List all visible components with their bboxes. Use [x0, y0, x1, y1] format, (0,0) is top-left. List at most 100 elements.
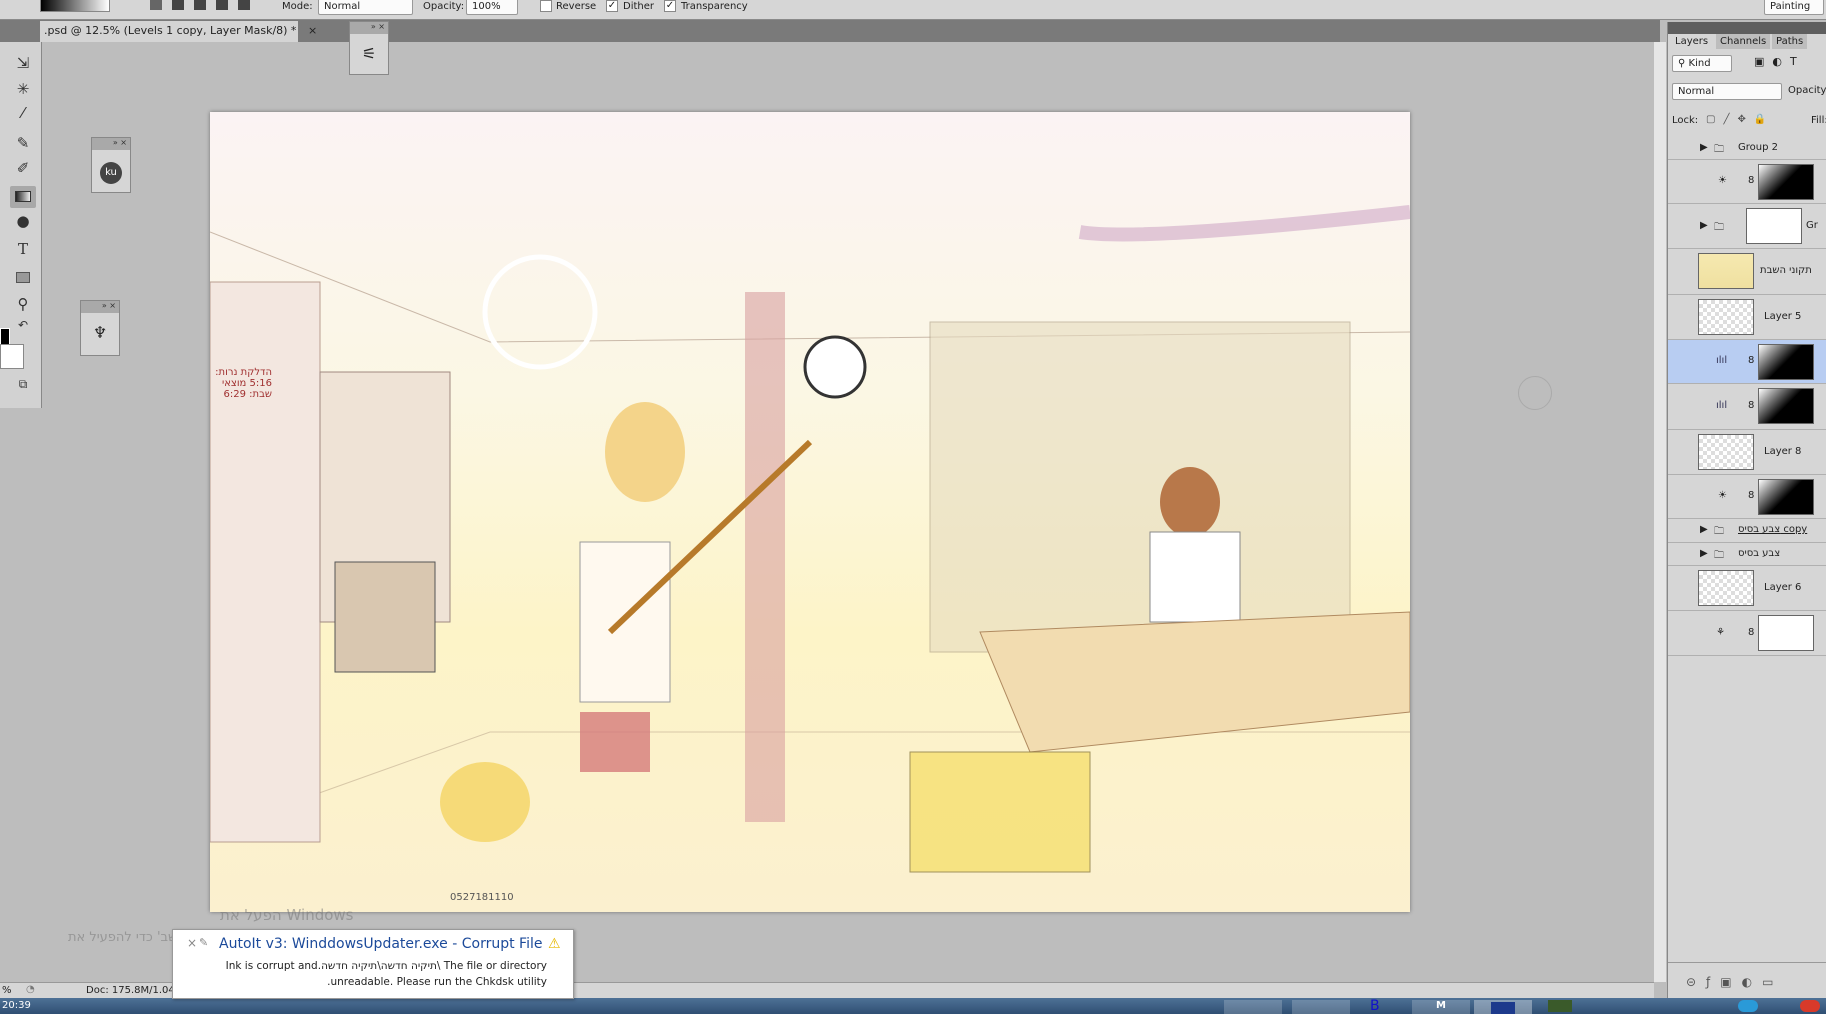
magic-wand-icon[interactable]: ✳	[10, 80, 36, 102]
taskbar-app-explorer[interactable]	[1292, 1000, 1350, 1014]
brightness-icon: ☀	[1718, 490, 1727, 501]
layer-row[interactable]: תקוני השבת	[1668, 249, 1826, 295]
layer-row[interactable]: ılıl 8	[1668, 340, 1826, 384]
gradient-type-buttons[interactable]	[150, 0, 250, 12]
link-icon[interactable]: 8	[1748, 175, 1754, 186]
taskbar-app-1[interactable]	[1224, 1000, 1282, 1014]
filter-icons[interactable]: ▣◐T	[1754, 55, 1805, 68]
layer-name[interactable]: Layer 5	[1764, 311, 1801, 322]
layer-name[interactable]: Layer 6	[1764, 582, 1801, 593]
kuler-icon[interactable]: ku	[100, 162, 122, 184]
gradient-picker[interactable]	[40, 0, 110, 12]
zoom-level[interactable]: %	[2, 985, 12, 996]
layer-row[interactable]: Layer 5	[1668, 295, 1826, 340]
rectangle-tool-icon[interactable]	[10, 267, 36, 289]
close-tab-icon[interactable]: ×	[308, 24, 317, 37]
type-tool-icon[interactable]: T	[10, 240, 36, 262]
notification-balloon[interactable]: × ✎ AutoIt v3: WinddowsUpdater.exe - Cor…	[172, 929, 574, 999]
gradient-tool-icon[interactable]	[10, 186, 36, 208]
clock[interactable]: 20:39	[2, 1000, 31, 1011]
blend-mode-select[interactable]: Normal	[1672, 83, 1782, 100]
link-icon[interactable]: 8	[1748, 400, 1754, 411]
taskbar-app-chrome[interactable]	[1800, 1000, 1820, 1012]
document-tab[interactable]: .psd @ 12.5% (Levels 1 copy, Layer Mask/…	[40, 21, 317, 42]
layers-panel: Layers Channels Paths ⚲ Kind ▣◐T Normal …	[1667, 22, 1826, 998]
transparency-label: Transparency	[681, 1, 748, 12]
history-brush-icon[interactable]: ✐	[10, 159, 36, 181]
settings-icon[interactable]: ✎	[199, 936, 208, 949]
layer-name[interactable]: Gr	[1806, 220, 1818, 231]
screen-mode-icon[interactable]: ⧉	[10, 377, 36, 399]
layer-mask-thumbnail[interactable]	[1758, 388, 1814, 424]
layer-thumbnail[interactable]	[1698, 299, 1754, 335]
layer-mask-thumbnail[interactable]	[1758, 164, 1814, 200]
layer-row[interactable]: ılıl 8	[1668, 384, 1826, 430]
layer-row[interactable]: Layer 8	[1668, 430, 1826, 475]
layer-row[interactable]: ▶ 🗀 Group 2	[1668, 137, 1826, 160]
mode-select[interactable]: Normal	[318, 0, 413, 15]
layer-name[interactable]: Group 2	[1738, 142, 1778, 153]
layer-name[interactable]: צבע בסיס	[1738, 548, 1780, 559]
taskbar-app-ie[interactable]	[1738, 1000, 1758, 1012]
layer-name[interactable]: צבע בסיס copy	[1738, 524, 1807, 535]
brush-tool-icon[interactable]: ✎	[10, 134, 36, 156]
layer-mask-thumbnail[interactable]	[1746, 208, 1802, 244]
layer-row[interactable]: ⚘ 8	[1668, 611, 1826, 656]
layer-name[interactable]: תקוני השבת	[1760, 265, 1812, 276]
sliders-icon[interactable]: ⚟	[350, 44, 388, 63]
taskbar-app-photoshop[interactable]	[1474, 1000, 1532, 1014]
expand-arrow-icon[interactable]: ▶	[1700, 524, 1708, 535]
layer-row[interactable]: ▶ 🗀 Gr	[1668, 204, 1826, 249]
panel-header[interactable]: » ×	[92, 138, 130, 150]
layer-row[interactable]: Layer 6	[1668, 566, 1826, 611]
move-tool-icon[interactable]: ⇲	[10, 54, 36, 76]
filter-kind-label: Kind	[1688, 58, 1711, 69]
burn-tool-icon[interactable]: ●	[10, 212, 36, 234]
close-notification-icon[interactable]: ×	[187, 936, 197, 950]
layer-row[interactable]: ▶ 🗀 צבע בסיס	[1668, 543, 1826, 566]
expand-arrow-icon[interactable]: ▶	[1700, 548, 1708, 559]
tab-layers[interactable]: Layers	[1671, 34, 1713, 49]
eyedropper-icon[interactable]: ⁄	[10, 104, 36, 126]
lock-icons[interactable]: ▢╱✥🔒	[1706, 114, 1774, 125]
transparency-checkbox[interactable]: ✓	[664, 0, 676, 12]
layer-thumbnail[interactable]	[1698, 253, 1754, 289]
layer-name[interactable]: Layer 8	[1764, 446, 1801, 457]
panel-header[interactable]: » ×	[81, 301, 119, 313]
swap-colors-icon[interactable]: ↶	[10, 318, 36, 340]
taskbar-app-m[interactable]: M	[1412, 1000, 1470, 1014]
layer-thumbnail[interactable]	[1698, 570, 1754, 606]
notification-line-1: Ink is corrupt and.תיקיה חדשה\תיקיה חדשה…	[225, 960, 547, 972]
document-canvas[interactable]: הדלקת נרות: 5:16 מוצאי שבת: 6:29 0527181…	[210, 112, 1410, 912]
layer-row[interactable]: ▶ 🗀 צבע בסיס copy	[1668, 519, 1826, 543]
layer-actions-bar[interactable]: ⊝ƒ▣◐▭	[1668, 962, 1826, 998]
taskbar-app-5[interactable]	[1548, 1000, 1572, 1012]
tab-channels[interactable]: Channels	[1716, 34, 1771, 49]
fill-label: Fill:	[1811, 115, 1826, 126]
taskbar-app-b[interactable]: B	[1370, 998, 1380, 1014]
expand-arrow-icon[interactable]: ▶	[1700, 220, 1708, 231]
floating-panel-kuler: » × ku	[91, 137, 131, 193]
background-color[interactable]	[0, 344, 24, 369]
workspace-switcher[interactable]: Painting	[1764, 0, 1824, 15]
dither-checkbox[interactable]: ✓	[606, 0, 618, 12]
link-icon[interactable]: 8	[1748, 627, 1754, 638]
tab-paths[interactable]: Paths	[1772, 34, 1808, 49]
expand-arrow-icon[interactable]: ▶	[1700, 142, 1708, 153]
layer-row[interactable]: ☀ 8	[1668, 160, 1826, 204]
layer-mask-thumbnail[interactable]	[1758, 344, 1814, 380]
reverse-checkbox[interactable]	[540, 0, 552, 12]
status-info-icon[interactable]: ◔	[26, 984, 35, 995]
opacity-input[interactable]: 100%	[466, 0, 518, 15]
layer-row[interactable]: ☀ 8	[1668, 475, 1826, 519]
filter-kind-select[interactable]: ⚲ Kind	[1672, 55, 1732, 72]
vertical-scrollbar[interactable]	[1654, 42, 1666, 982]
brush-presets-icon[interactable]: ♆	[81, 323, 119, 342]
layer-mask-thumbnail[interactable]	[1758, 615, 1814, 651]
layer-thumbnail[interactable]	[1698, 434, 1754, 470]
zoom-tool-icon[interactable]: ⚲	[10, 295, 36, 317]
panel-header[interactable]: » ×	[350, 22, 388, 34]
link-icon[interactable]: 8	[1748, 355, 1754, 366]
layer-mask-thumbnail[interactable]	[1758, 479, 1814, 515]
link-icon[interactable]: 8	[1748, 490, 1754, 501]
